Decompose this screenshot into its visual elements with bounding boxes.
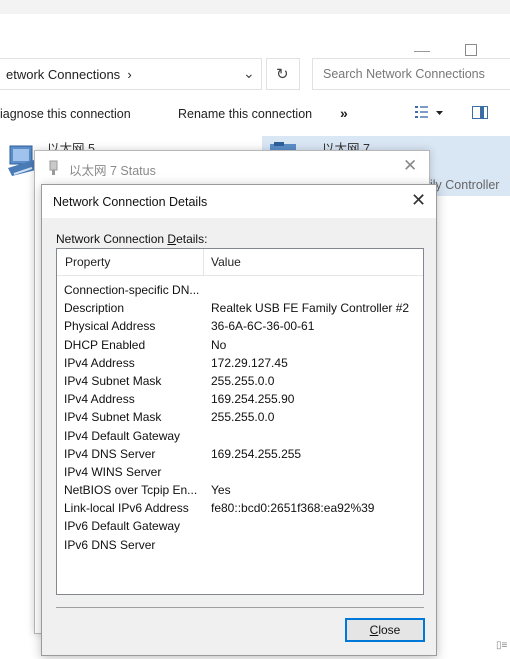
close-button[interactable]: Close [345, 618, 425, 642]
details-label-accesskey: D [167, 232, 177, 246]
list-item[interactable]: Connection-specific DN... [57, 282, 423, 300]
list-item[interactable]: IPv4 DNS Server 169.254.255.255 [57, 446, 423, 464]
value-cell: 255.255.0.0 [211, 373, 275, 388]
value-cell: 169.254.255.90 [211, 392, 295, 407]
list-item[interactable]: IPv4 Address 172.29.127.45 [57, 355, 423, 373]
property-cell: IPv4 WINS Server [64, 464, 162, 479]
divider [56, 607, 424, 608]
value-cell: Realtek USB FE Family Controller #2 [211, 301, 410, 316]
details-list[interactable]: Property Value Connection-specific DN...… [56, 248, 424, 595]
list-item[interactable]: IPv4 Address 169.254.255.90 [57, 391, 423, 409]
list-item[interactable]: IPv6 DNS Server [57, 537, 423, 555]
search-placeholder: Search Network Connections [323, 67, 485, 81]
details-dialog-title: Network Connection Details [53, 195, 208, 209]
more-commands-button[interactable]: » [340, 105, 348, 121]
rename-connection-button[interactable]: Rename this connection [178, 107, 312, 121]
property-cell: IPv4 Default Gateway [64, 428, 181, 443]
list-header: Property Value [57, 249, 423, 276]
value-cell: fe80::bcd0:2651f368:ea92%39 [211, 501, 375, 516]
property-cell: IPv4 Address [64, 355, 135, 370]
title-bar [0, 0, 510, 56]
adapter-controller-label: ily Controller [430, 178, 500, 192]
property-cell: IPv4 Address [64, 392, 135, 407]
list-item[interactable]: IPv6 Default Gateway [57, 518, 423, 536]
details-label: Network Connection Details: [56, 232, 207, 246]
property-cell: IPv4 Subnet Mask [64, 410, 162, 425]
maximize-button[interactable] [465, 44, 477, 56]
value-cell: 36-6A-6C-36-00-61 [211, 319, 315, 334]
refresh-button[interactable]: ↻ [266, 58, 300, 90]
list-rows: Connection-specific DN... Description Rea… [57, 282, 423, 555]
breadcrumb-chevron-icon[interactable]: › [127, 67, 131, 82]
list-item[interactable]: Description Realtek USB FE Family Control… [57, 300, 423, 318]
value-cell: 169.254.255.255 [211, 446, 302, 461]
refresh-icon: ↻ [276, 66, 289, 83]
breadcrumb: etwork Connections › [6, 67, 132, 82]
list-item[interactable]: IPv4 WINS Server [57, 464, 423, 482]
details-label-text: Network Connection [56, 232, 168, 246]
close-button-label: lose [378, 623, 401, 637]
address-field[interactable]: etwork Connections › ⌄ [0, 58, 262, 90]
search-input[interactable]: Search Network Connections [312, 58, 510, 90]
property-cell: Connection-specific DN... [64, 283, 200, 297]
property-cell: DHCP Enabled [64, 337, 146, 352]
list-item[interactable]: IPv4 Default Gateway [57, 428, 423, 446]
chevron-down-icon[interactable]: ⌄ [243, 65, 255, 82]
minimize-button[interactable] [414, 51, 430, 52]
value-cell: 172.29.127.45 [211, 355, 288, 370]
details-label-text: etails: [176, 232, 208, 246]
address-bar: etwork Connections › ⌄ ↻ Search Network … [0, 58, 510, 90]
column-divider[interactable] [203, 249, 204, 276]
details-title-bar: Network Connection Details ✕ [42, 185, 436, 218]
breadcrumb-item[interactable]: etwork Connections [6, 67, 120, 82]
close-icon[interactable]: ✕ [411, 190, 426, 211]
details-dialog: Network Connection Details ✕ Network Con… [41, 184, 437, 656]
value-cell: No [211, 337, 227, 352]
preview-pane-icon[interactable] [472, 106, 488, 119]
property-cell: Physical Address [64, 319, 156, 334]
list-item[interactable]: Link-local IPv6 Address fe80::bcd0:2651f3… [57, 500, 423, 518]
property-cell: IPv4 Subnet Mask [64, 373, 162, 388]
value-cell: 255.255.0.0 [211, 410, 275, 425]
column-header-property[interactable]: Property [65, 255, 110, 269]
diagnose-connection-button[interactable]: iagnose this connection [0, 107, 131, 121]
status-dialog-title: 以太网 7 Status [69, 164, 156, 178]
value-cell: Yes [211, 483, 231, 498]
list-item[interactable]: NetBIOS over Tcpip En... Yes [57, 482, 423, 500]
network-status-icon [48, 160, 60, 179]
list-item[interactable]: DHCP Enabled No [57, 337, 423, 355]
list-item[interactable]: IPv4 Subnet Mask 255.255.0.0 [57, 373, 423, 391]
details-view-icon[interactable]: ▯≡ [496, 640, 507, 651]
property-cell: NetBIOS over Tcpip En... [64, 483, 198, 498]
property-cell: Link-local IPv6 Address [64, 501, 189, 516]
command-bar: iagnose this connection Rename this conn… [0, 98, 510, 132]
property-cell: IPv6 Default Gateway [64, 519, 181, 534]
list-item[interactable]: IPv4 Subnet Mask 255.255.0.0 [57, 409, 423, 427]
property-cell: IPv6 DNS Server [64, 537, 156, 552]
property-cell: IPv4 DNS Server [64, 446, 156, 461]
close-icon[interactable]: ✕ [403, 156, 417, 176]
list-item[interactable]: Physical Address 36-6A-6C-36-00-61 [57, 318, 423, 336]
column-header-value[interactable]: Value [211, 255, 241, 269]
property-cell: Description [64, 301, 125, 316]
view-options-icon[interactable] [414, 104, 444, 125]
